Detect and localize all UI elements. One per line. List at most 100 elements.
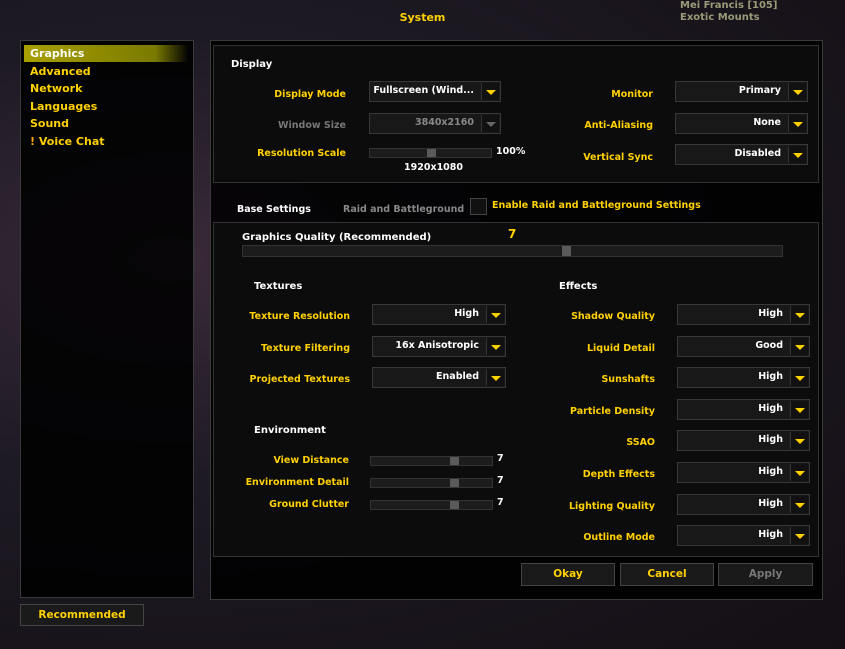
sidebar-item-sound[interactable]: Sound bbox=[24, 115, 188, 132]
chevron-down-icon bbox=[788, 115, 806, 132]
liquid-detail-label: Liquid Detail bbox=[586, 342, 655, 354]
lighting-quality-label: Lighting Quality bbox=[568, 500, 655, 512]
enable-raid-label: Enable Raid and Battleground Settings bbox=[492, 200, 701, 211]
display-heading: Display bbox=[231, 59, 273, 70]
graphics-quality-slider[interactable] bbox=[242, 245, 783, 257]
chevron-down-icon bbox=[790, 432, 808, 450]
monitor-dropdown[interactable]: Primary bbox=[675, 81, 808, 102]
display-mode-dropdown[interactable]: Fullscreen (Wind... bbox=[369, 81, 501, 102]
graphics-quality-label: Graphics Quality (Recommended) bbox=[242, 232, 432, 243]
slider-thumb[interactable] bbox=[450, 457, 460, 465]
view-distance-value: 7 bbox=[497, 453, 504, 464]
texture-resolution-dropdown[interactable]: High bbox=[372, 304, 506, 325]
liquid-detail-dropdown[interactable]: Good bbox=[677, 335, 810, 357]
chevron-down-icon bbox=[790, 306, 808, 323]
slider-thumb[interactable] bbox=[561, 246, 571, 256]
sidebar-item-label: Graphics bbox=[30, 47, 85, 60]
sidebar-item-advanced[interactable]: Advanced bbox=[24, 63, 188, 80]
chevron-down-icon bbox=[790, 369, 808, 387]
enable-raid-checkbox[interactable] bbox=[470, 198, 487, 215]
sidebar-item-graphics[interactable]: Graphics bbox=[24, 45, 188, 62]
ground-clutter-value: 7 bbox=[497, 497, 504, 508]
chevron-down-icon bbox=[790, 337, 808, 355]
bg-player-name: Mei Francis [105] bbox=[680, 0, 778, 11]
view-distance-slider[interactable] bbox=[370, 456, 493, 466]
chevron-down-icon bbox=[486, 306, 504, 323]
dropdown-value: High bbox=[758, 371, 783, 383]
resolution-value: 1920x1080 bbox=[404, 162, 464, 173]
ground-clutter-label: Ground Clutter bbox=[269, 499, 349, 510]
chevron-down-icon bbox=[481, 83, 499, 100]
apply-button[interactable]: Apply bbox=[718, 563, 813, 586]
particle-density-dropdown[interactable]: High bbox=[677, 398, 810, 420]
texture-filtering-dropdown[interactable]: 16x Anisotropic bbox=[372, 335, 506, 357]
environment-detail-value: 7 bbox=[497, 475, 504, 486]
slider-thumb[interactable] bbox=[450, 501, 460, 509]
dropdown-value: Enabled bbox=[436, 371, 479, 382]
resolution-scale-slider[interactable] bbox=[369, 148, 492, 158]
chevron-down-icon bbox=[788, 146, 806, 163]
display-mode-label: Display Mode bbox=[274, 89, 346, 100]
sidebar-item-network[interactable]: Network bbox=[24, 80, 188, 97]
shadow-quality-label: Shadow Quality bbox=[571, 311, 655, 322]
anti-aliasing-dropdown[interactable]: None bbox=[675, 113, 808, 134]
sunshafts-dropdown[interactable]: High bbox=[677, 367, 810, 389]
outline-mode-dropdown[interactable]: High bbox=[677, 525, 810, 547]
sidebar-item-label: Voice Chat bbox=[38, 135, 105, 148]
textures-heading: Textures bbox=[254, 281, 303, 292]
chevron-down-icon bbox=[788, 83, 806, 100]
slider-thumb[interactable] bbox=[426, 149, 436, 157]
texture-filtering-label: Texture Filtering bbox=[260, 342, 350, 354]
tab-raid-battleground[interactable]: Raid and Battleground bbox=[343, 204, 464, 215]
dropdown-value: Good bbox=[755, 339, 783, 351]
chevron-down-icon bbox=[481, 115, 499, 132]
sidebar-item-voice-chat[interactable]: ! Voice Chat bbox=[24, 133, 188, 150]
environment-heading: Environment bbox=[254, 425, 326, 436]
chevron-down-icon bbox=[486, 369, 504, 386]
sunshafts-label: Sunshafts bbox=[601, 374, 655, 386]
dropdown-value: High bbox=[758, 434, 783, 446]
environment-detail-slider[interactable] bbox=[370, 478, 493, 488]
shadow-quality-dropdown[interactable]: High bbox=[677, 304, 810, 325]
effects-heading: Effects bbox=[559, 281, 598, 292]
chevron-down-icon bbox=[486, 337, 504, 355]
window-size-dropdown[interactable]: 3840x2160 bbox=[369, 113, 501, 134]
sidebar-item-label: Languages bbox=[30, 99, 98, 113]
projected-textures-dropdown[interactable]: Enabled bbox=[372, 367, 506, 388]
chevron-down-icon bbox=[790, 400, 808, 418]
dropdown-value: High bbox=[758, 402, 783, 414]
particle-density-label: Particle Density bbox=[570, 405, 655, 417]
dropdown-value: Fullscreen (Wind... bbox=[373, 85, 474, 96]
vertical-sync-label: Vertical Sync bbox=[583, 152, 653, 163]
dropdown-value: High bbox=[454, 308, 479, 319]
depth-effects-dropdown[interactable]: High bbox=[677, 462, 810, 483]
dropdown-value: High bbox=[758, 308, 783, 319]
ssao-label: SSAO bbox=[626, 437, 655, 449]
dropdown-value: Primary bbox=[738, 85, 781, 96]
anti-aliasing-label: Anti-Aliasing bbox=[584, 120, 653, 131]
chevron-down-icon bbox=[790, 495, 808, 513]
environment-detail-label: Environment Detail bbox=[245, 477, 349, 488]
resolution-scale-label: Resolution Scale bbox=[257, 148, 346, 159]
ground-clutter-slider[interactable] bbox=[370, 500, 493, 510]
chevron-down-icon bbox=[790, 527, 808, 545]
window-title: System bbox=[399, 11, 446, 24]
sidebar-item-languages[interactable]: Languages bbox=[24, 98, 188, 115]
slider-thumb[interactable] bbox=[450, 479, 460, 487]
vertical-sync-dropdown[interactable]: Disabled bbox=[675, 144, 808, 165]
sidebar-item-label: Sound bbox=[30, 117, 70, 131]
dropdown-value: High bbox=[758, 466, 783, 477]
lighting-quality-dropdown[interactable]: High bbox=[677, 493, 810, 515]
tab-base-settings[interactable]: Base Settings bbox=[237, 204, 311, 215]
view-distance-label: View Distance bbox=[273, 455, 349, 466]
recommended-button[interactable]: Recommended bbox=[20, 604, 144, 626]
texture-resolution-label: Texture Resolution bbox=[249, 311, 350, 322]
depth-effects-label: Depth Effects bbox=[582, 469, 655, 480]
dropdown-value: High bbox=[758, 497, 783, 509]
ssao-dropdown[interactable]: High bbox=[677, 430, 810, 452]
projected-textures-label: Projected Textures bbox=[249, 374, 350, 385]
window-size-label: Window Size bbox=[278, 120, 346, 131]
cancel-button[interactable]: Cancel bbox=[620, 563, 714, 586]
dropdown-value: High bbox=[758, 529, 783, 541]
okay-button[interactable]: Okay bbox=[521, 563, 615, 586]
